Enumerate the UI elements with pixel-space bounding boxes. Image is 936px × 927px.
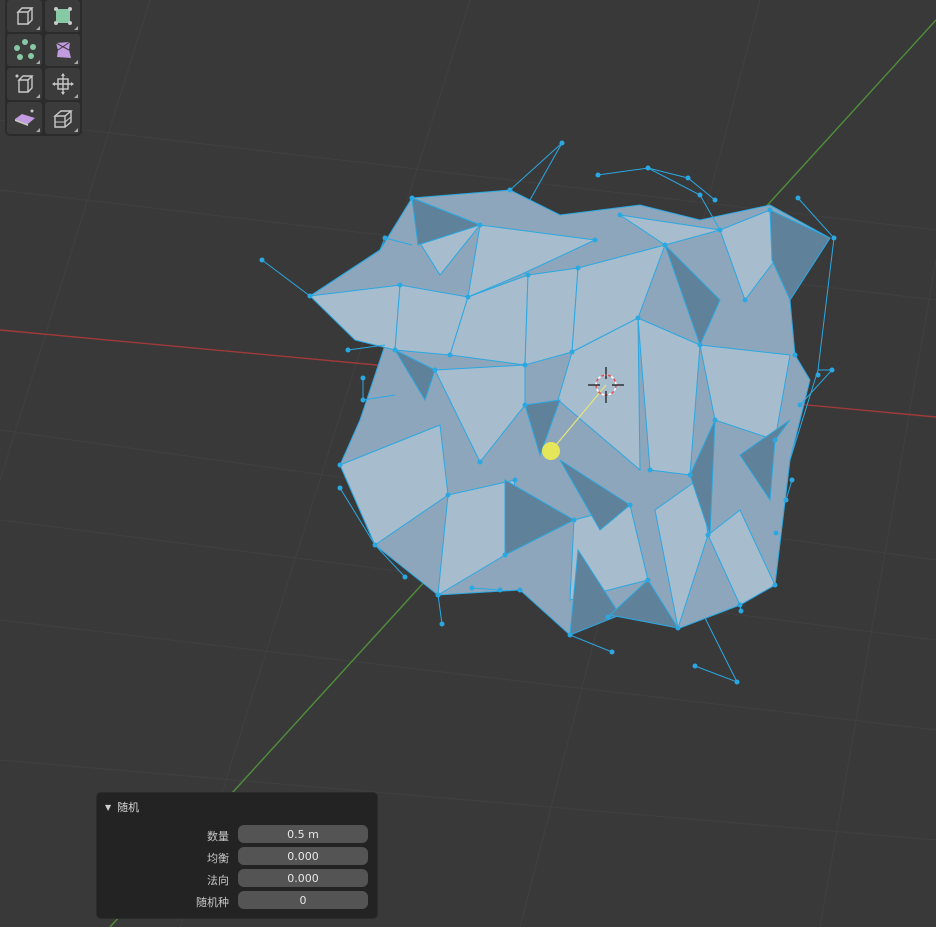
amount-row: 数量 0.5 m [97, 825, 377, 845]
extrude-icon[interactable] [7, 0, 42, 32]
seed-label: 随机种 [196, 896, 229, 909]
normal-field[interactable]: 0.000 [238, 869, 368, 887]
spin-icon[interactable] [45, 68, 80, 100]
amount-field[interactable]: 0.5 m [238, 825, 368, 843]
3d-viewport[interactable] [0, 0, 936, 927]
smooth-icon[interactable] [7, 102, 42, 134]
uniform-field[interactable]: 0.000 [238, 847, 368, 865]
normal-label: 法向 [207, 874, 229, 887]
rock-mesh[interactable] [259, 140, 837, 685]
amount-label: 数量 [207, 830, 229, 843]
knife-icon[interactable] [45, 34, 80, 66]
collapse-triangle-icon[interactable]: ▼ [105, 803, 111, 812]
uniform-row: 均衡 0.000 [97, 847, 377, 867]
loop-cut-icon[interactable] [7, 34, 42, 66]
light-icon[interactable] [542, 442, 560, 460]
seed-row: 随机种 0 [97, 891, 377, 911]
poly-build-icon[interactable] [7, 68, 42, 100]
adjust-last-operation-panel: ▼ 随机 数量 0.5 m 均衡 0.000 法向 0.000 随机种 0 [97, 793, 377, 918]
uniform-label: 均衡 [207, 852, 229, 865]
inset-faces-icon[interactable] [45, 0, 80, 32]
mesh-edit-toolbar [5, 0, 82, 136]
normal-row: 法向 0.000 [97, 869, 377, 889]
panel-title: 随机 [117, 801, 140, 814]
panel-header[interactable]: ▼ 随机 [105, 799, 139, 815]
edge-slide-icon[interactable] [45, 102, 80, 134]
seed-field[interactable]: 0 [238, 891, 368, 909]
